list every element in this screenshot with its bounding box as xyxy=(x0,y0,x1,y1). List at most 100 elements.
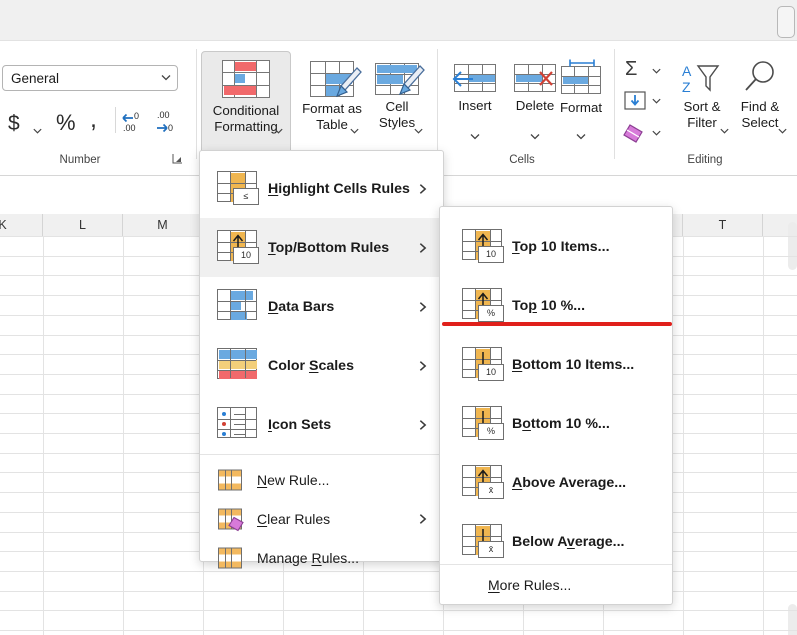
submenu-item-above-average[interactable]: x̄ Above Average... xyxy=(440,453,672,512)
grid-row-line xyxy=(0,630,797,631)
cf-top-10-items-icon: 10 xyxy=(462,228,506,265)
svg-text:0: 0 xyxy=(168,123,173,133)
chevron-down-icon[interactable] xyxy=(32,125,43,136)
comma-style-button[interactable]: , xyxy=(90,107,97,132)
fill-icon[interactable] xyxy=(624,91,646,111)
dialog-launcher-icon[interactable] xyxy=(172,153,184,165)
cf-less-equal-icon: ≤ xyxy=(217,170,261,207)
menu-item-label: Manage Rules... xyxy=(257,550,359,566)
chevron-down-icon[interactable] xyxy=(413,125,424,136)
cell-styles-icon xyxy=(375,63,425,96)
cf-databars-icon xyxy=(217,288,261,325)
chevron-down-icon[interactable] xyxy=(651,95,662,106)
chevron-down-icon[interactable] xyxy=(777,125,788,136)
icon-badge: 10 xyxy=(478,363,504,381)
chevron-down-icon[interactable] xyxy=(651,65,662,76)
menu-item-color-scales[interactable]: Color Scales xyxy=(200,336,443,395)
submenu-item-top-10-items[interactable]: 10 Top 10 Items... xyxy=(440,217,672,276)
submenu-item-label: Top 10 %... xyxy=(512,297,586,314)
column-header-K[interactable]: K xyxy=(0,214,43,236)
menu-item-manage-rules[interactable]: Manage Rules... xyxy=(200,539,443,577)
column-header-T[interactable]: T xyxy=(683,214,763,236)
menu-item-top-bottom-rules[interactable]: 10 Top/Bottom Rules xyxy=(200,218,443,277)
menu-item-new-rule[interactable]: New Rule... xyxy=(200,461,443,499)
chevron-right-icon xyxy=(419,301,427,312)
chevron-down-icon[interactable] xyxy=(575,130,587,142)
chevron-right-icon xyxy=(419,419,427,430)
clear-icon[interactable] xyxy=(623,123,647,145)
submenu-item-label: Top 10 Items... xyxy=(512,238,610,255)
format-button[interactable]: Format xyxy=(549,51,613,160)
submenu-item-label: Bottom 10 Items... xyxy=(512,356,635,373)
vertical-scrollbar-thumb[interactable] xyxy=(788,222,797,270)
search-icon xyxy=(745,61,774,91)
decrease-decimal-icon[interactable]: .00 0 xyxy=(156,109,182,135)
clear-rules-icon xyxy=(218,508,244,532)
find-and-select-button[interactable]: Find & Select xyxy=(728,53,792,160)
submenu-item-bottom-10-items[interactable]: 10 Bottom 10 Items... xyxy=(440,335,672,394)
icon-badge: 10 xyxy=(233,246,259,264)
format-as-table-button[interactable]: Format as Table xyxy=(293,51,371,160)
format-label: Format xyxy=(559,100,603,115)
cf-colorscales-icon xyxy=(217,347,261,384)
menu-item-label: Highlight Cells Rules xyxy=(268,180,410,197)
menu-item-highlight-cells-rules[interactable]: ≤ Highlight Cells Rules xyxy=(200,159,443,218)
submenu-item-more-rules[interactable]: More Rules... xyxy=(440,565,672,605)
icon-badge: % xyxy=(478,304,504,322)
chevron-down-icon[interactable] xyxy=(349,125,360,136)
number-format-select[interactable]: General xyxy=(2,65,178,91)
sort-filter-icon: A Z xyxy=(682,63,720,95)
chevron-right-icon xyxy=(419,183,427,194)
insert-button[interactable]: Insert xyxy=(445,51,505,160)
submenu-item-label: More Rules... xyxy=(488,577,572,593)
autosum-button[interactable]: Σ xyxy=(625,59,637,79)
chevron-right-icon xyxy=(419,242,427,253)
cf-below-average-icon: x̄ xyxy=(462,523,506,560)
menu-item-clear-rules[interactable]: Clear Rules xyxy=(200,500,443,538)
svg-text:.00: .00 xyxy=(157,110,170,120)
cf-bottom-10-percent-icon: % xyxy=(462,405,506,442)
column-header-M[interactable]: M xyxy=(123,214,203,236)
new-rule-icon xyxy=(218,469,242,491)
divider xyxy=(115,107,116,133)
submenu-item-top-10-percent[interactable]: % Top 10 %... xyxy=(440,276,672,335)
insert-cells-icon xyxy=(452,64,496,92)
cf-above-average-icon: x̄ xyxy=(462,464,506,501)
ribbon-collapse-control[interactable] xyxy=(777,6,795,38)
conditional-formatting-button[interactable]: Conditional Formatting xyxy=(201,51,291,160)
icon-badge: % xyxy=(478,422,504,440)
chevron-down-icon[interactable] xyxy=(529,130,541,142)
chevron-down-icon[interactable] xyxy=(273,125,284,136)
chevron-down-icon xyxy=(161,75,171,81)
sort-and-filter-button[interactable]: A Z Sort & Filter xyxy=(670,53,734,160)
top-bottom-rules-submenu: 10 Top 10 Items...% Top 10 %... 10 Bottom 10… xyxy=(439,206,673,605)
accounting-number-format-button[interactable]: $ xyxy=(8,113,20,134)
insert-label: Insert xyxy=(458,98,492,113)
menu-item-icon-sets[interactable]: Icon Sets xyxy=(200,395,443,454)
svg-text:.00: .00 xyxy=(123,123,136,133)
increase-decimal-icon[interactable]: 0 .00 xyxy=(122,109,148,135)
cf-iconsets-icon xyxy=(217,406,261,443)
sort-filter-label-line1: Sort & xyxy=(683,99,721,114)
conditional-formatting-label-line1: Conditional xyxy=(212,103,280,118)
svg-text:0: 0 xyxy=(134,111,139,121)
format-cells-icon xyxy=(561,59,601,94)
grid-row-line xyxy=(0,610,797,612)
chevron-down-icon[interactable] xyxy=(469,130,481,142)
cell-styles-button[interactable]: Cell Styles xyxy=(362,51,432,160)
percent-style-button[interactable]: % xyxy=(56,112,76,134)
menu-item-label: Data Bars xyxy=(268,298,335,315)
svg-text:Z: Z xyxy=(682,79,691,95)
submenu-item-label: Above Average... xyxy=(512,474,627,491)
chevron-down-icon[interactable] xyxy=(651,127,662,138)
submenu-item-bottom-10-percent[interactable]: % Bottom 10 %... xyxy=(440,394,672,453)
menu-item-label: Color Scales xyxy=(268,357,354,374)
menu-item-data-bars[interactable]: Data Bars xyxy=(200,277,443,336)
svg-text:A: A xyxy=(682,63,692,79)
column-header-L[interactable]: L xyxy=(43,214,123,236)
cells-group-label: Cells xyxy=(509,154,535,166)
submenu-item-below-average[interactable]: x̄ Below Average... xyxy=(440,512,672,571)
icon-badge: x̄ xyxy=(478,481,504,499)
menu-item-label: Top/Bottom Rules xyxy=(268,239,390,256)
window-top-strip xyxy=(0,0,797,41)
